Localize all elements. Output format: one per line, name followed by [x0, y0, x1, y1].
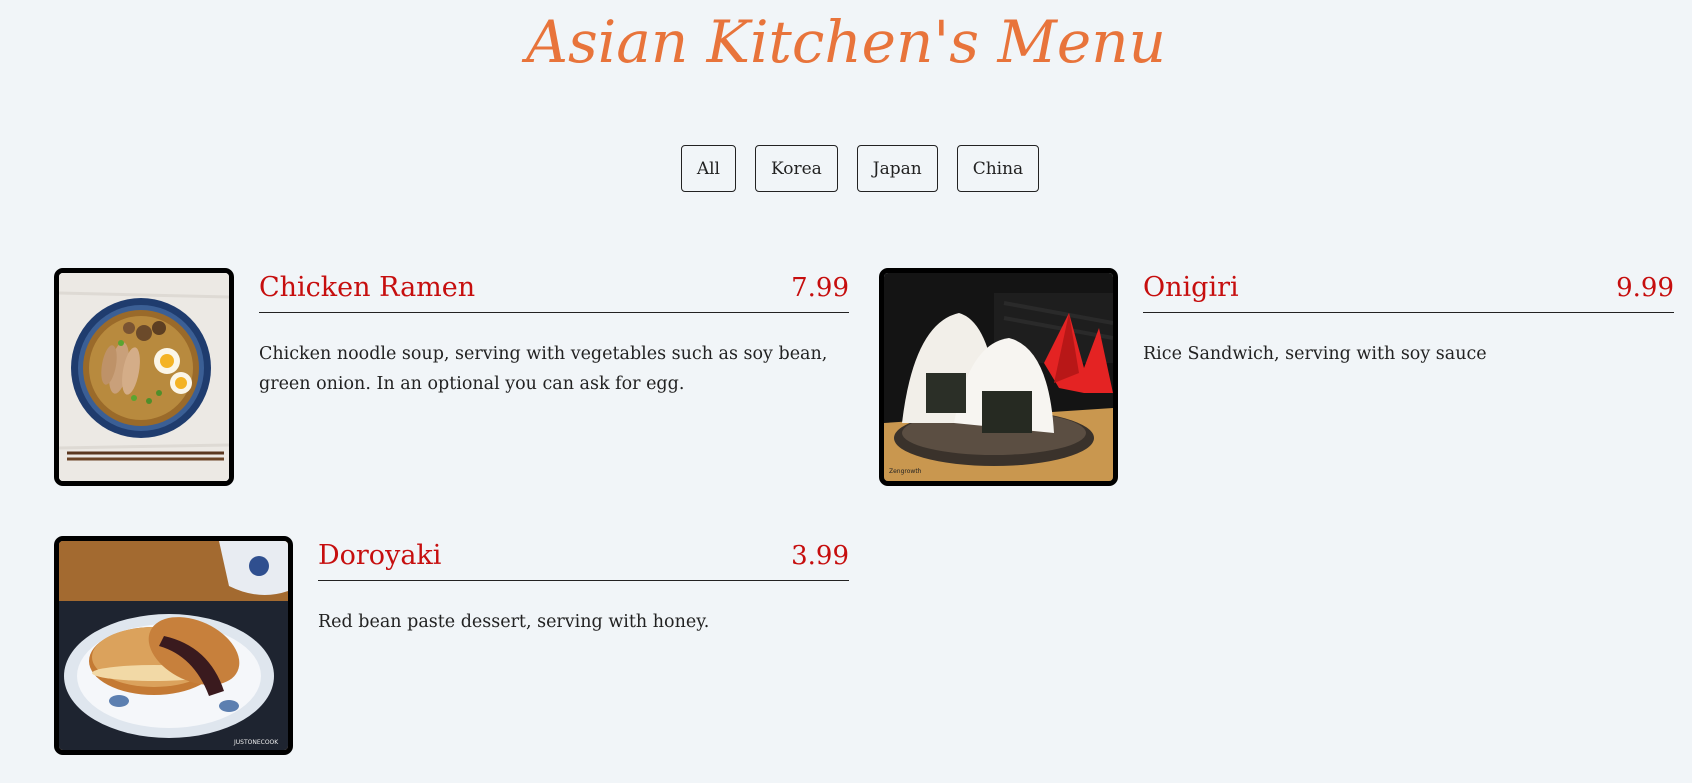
item-description: Rice Sandwich, serving with soy sauce — [1143, 344, 1487, 364]
svg-text:Zengrowth: Zengrowth — [889, 468, 922, 475]
menu-page: Asian Kitchen's Menu All Korea Japan Chi… — [0, 0, 1692, 783]
filter-china-button[interactable]: China — [956, 145, 1040, 192]
item-description: Red bean paste dessert, serving with hon… — [318, 612, 710, 632]
item-price: 9.99 — [1616, 273, 1674, 303]
svg-text:JUSTONECOOK: JUSTONECOOK — [233, 739, 279, 746]
onigiri-info: Onigiri 9.99 Rice Sandwich, serving with… — [1143, 268, 1674, 369]
doroyaki-photo: JUSTONECOOK — [54, 536, 293, 755]
filter-japan-button[interactable]: Japan — [856, 145, 938, 192]
item-description: Chicken noodle soup, serving with vegeta… — [259, 344, 828, 394]
item-name: Doroyaki — [318, 540, 442, 571]
item-header: Doroyaki 3.99 — [318, 536, 849, 581]
item-name: Chicken Ramen — [259, 272, 476, 303]
item-price: 3.99 — [791, 541, 849, 571]
item-header: Chicken Ramen 7.99 — [259, 268, 849, 313]
doroyaki-info: Doroyaki 3.99 Red bean paste dessert, se… — [318, 536, 849, 637]
filter-korea-button[interactable]: Korea — [754, 145, 838, 192]
onigiri-photo: Zengrowth — [879, 268, 1118, 486]
category-filters: All Korea Japan China — [0, 145, 1692, 192]
page-title: Asian Kitchen's Menu — [526, 8, 1166, 76]
item-name: Onigiri — [1143, 272, 1239, 303]
chicken-ramen-photo — [54, 268, 234, 486]
item-price: 7.99 — [791, 273, 849, 303]
filter-all-button[interactable]: All — [680, 145, 736, 192]
item-header: Onigiri 9.99 — [1143, 268, 1674, 313]
chicken-ramen-info: Chicken Ramen 7.99 Chicken noodle soup, … — [259, 268, 849, 399]
